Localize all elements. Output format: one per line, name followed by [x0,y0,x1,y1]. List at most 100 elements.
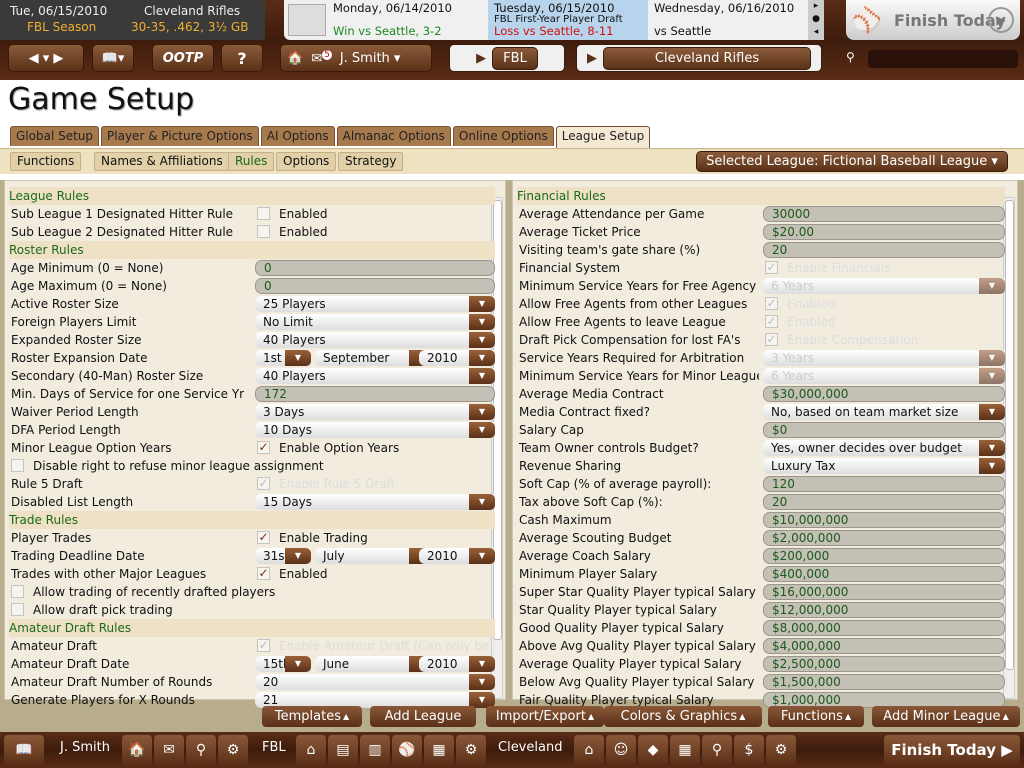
date-dropdown[interactable]: July▼ [315,548,435,564]
search-icon[interactable]: ⚲ [702,735,732,765]
text-field[interactable]: $400,000 [763,566,1005,582]
text-field[interactable]: 30000 [763,206,1005,222]
date-dropdown[interactable]: June▼ [315,656,435,672]
text-field[interactable]: $4,000,000 [763,638,1005,654]
date-dropdown[interactable]: 2010▼ [419,350,495,366]
date-dropdown[interactable]: 2010▼ [419,656,495,672]
dropdown[interactable]: 3 Years▼ [763,350,1005,366]
calendar-scroll[interactable]: ▸●◂ [808,0,824,40]
checkbox[interactable] [257,225,270,238]
dropdown[interactable]: No, based on team market size▼ [763,404,1005,420]
chevron-down-icon[interactable]: ▼ [285,350,311,366]
text-field[interactable]: $30,000,000 [763,386,1005,402]
text-field[interactable]: 172 [255,386,495,402]
league-menu[interactable]: ▶FBL [449,44,565,72]
bottom-button-add-league[interactable]: Add League [370,706,476,727]
chevron-down-icon[interactable]: ▼ [469,494,495,510]
scrollbar-thumb[interactable] [1005,200,1014,670]
text-field[interactable]: 0 [255,278,495,294]
bottom-button-import-export[interactable]: Import/Export▲ [486,706,604,727]
date-dropdown[interactable]: 1st▼ [255,350,311,366]
manager-icon[interactable]: ☺ [606,735,636,765]
text-field[interactable]: $8,000,000 [763,620,1005,636]
subtab-options[interactable]: Options [276,152,336,171]
chevron-down-icon[interactable]: ▼ [979,440,1005,456]
checkbox[interactable]: ✓ [257,567,270,580]
dropdown[interactable]: Luxury Tax▼ [763,458,1005,474]
dropdown[interactable]: 40 Players▼ [255,368,495,384]
bottom-button-colors-graphics[interactable]: Colors & Graphics▲ [604,706,762,727]
chevron-down-icon[interactable]: ▼ [469,404,495,420]
calendar-day[interactable]: Monday, 06/14/2010Win vs Seattle, 3-2 [327,0,487,40]
search-input[interactable] [868,50,1018,68]
text-field[interactable]: 20 [763,494,1005,510]
subtab-names-affiliations[interactable]: Names & Affiliations [94,152,230,171]
dropdown[interactable]: 20▼ [255,674,495,690]
back-forward-buttons[interactable]: ◀ ▾ ▶ [8,44,84,72]
book-menu-button[interactable]: 📖▾ [92,44,134,72]
dropdown[interactable]: No Limit▼ [255,314,495,330]
checkbox[interactable] [11,603,24,616]
subtab-strategy[interactable]: Strategy [338,152,403,171]
chevron-down-icon[interactable]: ▼ [469,368,495,384]
subtab-functions[interactable]: Functions [10,152,81,171]
settings-icon[interactable]: ⚙ [766,735,796,765]
calendar-icon[interactable] [288,4,326,36]
settings-icon[interactable]: ⚙ [456,735,486,765]
dock-finish-today-button[interactable]: Finish Today ▶ [884,735,1020,765]
baseball-icon[interactable]: ⚾ [392,735,422,765]
search-icon[interactable]: ⚲ [186,735,216,765]
calendar-day-today[interactable]: Tuesday, 06/15/2010FBL First-Year Player… [488,0,648,40]
clipboard-icon[interactable]: ▦ [670,735,700,765]
manager-menu[interactable]: 🏠✉5J. Smith ▾ [280,44,432,72]
dropdown[interactable]: 6 Years▼ [763,368,1005,384]
text-field[interactable]: $20.00 [763,224,1005,240]
mail-icon[interactable]: ✉ [154,735,184,765]
field-icon[interactable]: ◆ [638,735,668,765]
chevron-down-icon[interactable]: ▼ [469,674,495,690]
search-icon[interactable]: ⚲ [846,50,855,64]
text-field[interactable]: 120 [763,476,1005,492]
chevron-down-icon[interactable]: ▼ [469,332,495,348]
chevron-down-icon[interactable]: ▼ [285,656,311,672]
checkbox[interactable]: ✓ [257,441,270,454]
text-field[interactable]: $0 [763,422,1005,438]
dropdown[interactable]: 10 Days▼ [255,422,495,438]
clipboard-icon[interactable]: ▦ [424,735,454,765]
help-menu-button[interactable]: ? [221,44,263,72]
chevron-down-icon[interactable]: ▼ [979,368,1005,384]
text-field[interactable]: $2,000,000 [763,530,1005,546]
tab-online-options[interactable]: Online Options [453,126,554,146]
dropdown[interactable]: 15 Days▼ [255,494,495,510]
team-home-icon[interactable]: ⌂ [574,735,604,765]
text-field[interactable]: $12,000,000 [763,602,1005,618]
text-field[interactable]: $1,500,000 [763,674,1005,690]
chevron-down-icon[interactable]: ▼ [979,458,1005,474]
subtab-rules[interactable]: Rules [228,152,274,171]
home-icon[interactable]: 🏠 [122,735,152,765]
text-field[interactable]: $200,000 [763,548,1005,564]
tab-ai-options[interactable]: AI Options [261,126,335,146]
text-field[interactable]: 20 [763,242,1005,258]
dropdown[interactable]: 3 Days▼ [255,404,495,420]
calendar-day[interactable]: Wednesday, 06/16/2010vs Seattle [648,0,808,40]
date-dropdown[interactable]: September▼ [315,350,435,366]
finances-icon[interactable]: $ [734,735,764,765]
chevron-down-icon[interactable]: ▼ [469,314,495,330]
date-dropdown[interactable]: 15th▼ [255,656,311,672]
settings-icon[interactable]: ⚙ [218,735,248,765]
tab-league-setup[interactable]: League Setup [556,126,651,148]
book-icon[interactable]: 📖 [4,735,44,765]
tab-player-picture-options[interactable]: Player & Picture Options [101,126,259,146]
text-field[interactable]: $10,000,000 [763,512,1005,528]
dropdown[interactable]: 6 Years▼ [763,278,1005,294]
home-icon[interactable]: 🏠 [287,51,303,66]
checkbox[interactable]: ✓ [257,531,270,544]
back-icon[interactable]: ◀ ▾ ▶ [29,51,64,66]
chevron-down-icon[interactable]: ▼ [979,404,1005,420]
chevron-down-icon[interactable]: ▼ [285,548,311,564]
dropdown[interactable]: 40 Players▼ [255,332,495,348]
text-field[interactable]: 0 [255,260,495,276]
chevron-down-icon[interactable]: ▼ [469,656,495,672]
text-field[interactable]: $2,500,000 [763,656,1005,672]
